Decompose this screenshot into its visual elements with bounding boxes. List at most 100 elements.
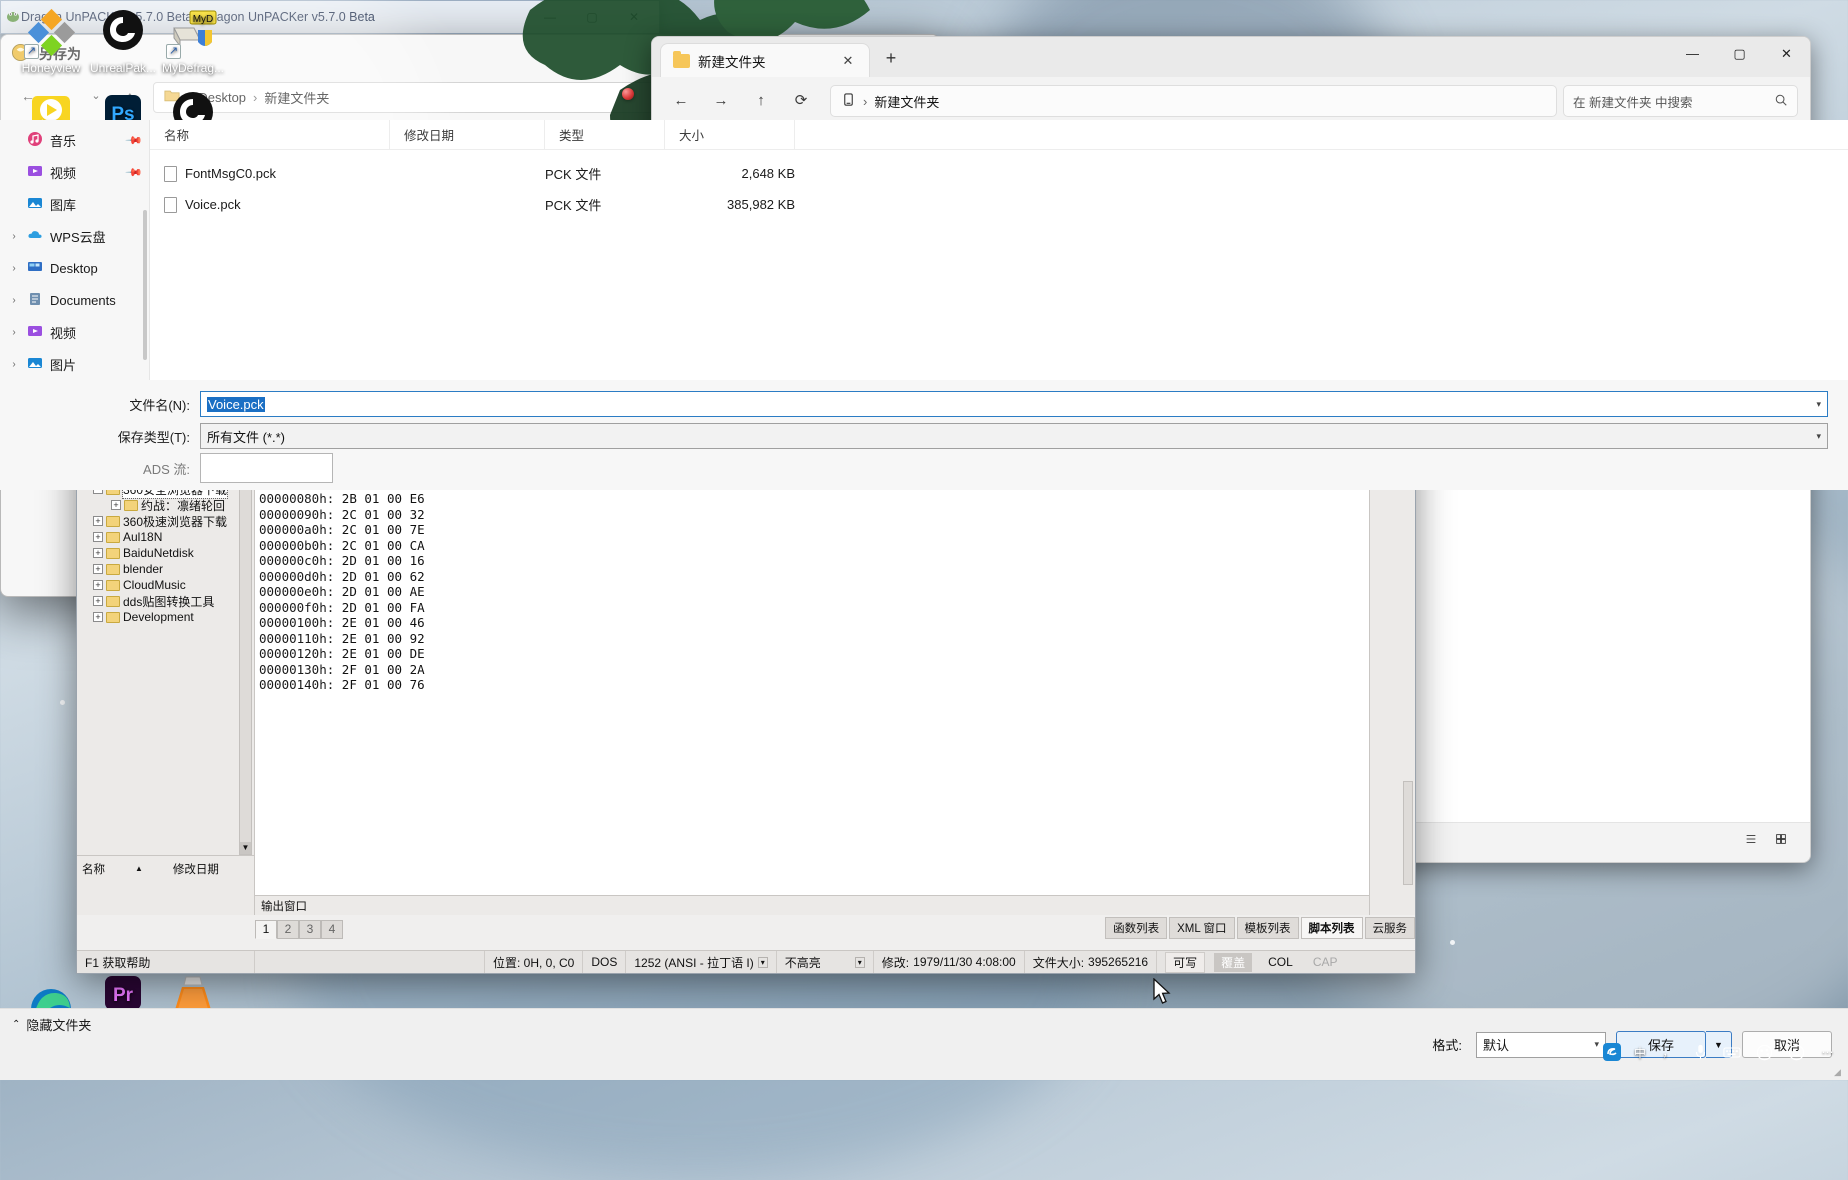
hex-byte[interactable]: 16 [410, 553, 425, 568]
status-highlight[interactable]: 不高亮 ▾ [777, 951, 874, 973]
hex-byte[interactable]: 00 [387, 677, 402, 692]
up-icon[interactable]: ↑ [744, 85, 778, 117]
status-writable-button[interactable]: 可写 [1165, 951, 1206, 973]
hex-byte[interactable]: 01 [364, 646, 379, 661]
sidebar-item-music[interactable]: 音乐 📌 [0, 124, 149, 156]
status-overwrite-button[interactable]: 覆盖 [1214, 952, 1253, 972]
ime-language-indicator[interactable]: 中 [1634, 1044, 1646, 1061]
hex-byte[interactable]: 92 [410, 631, 425, 646]
hex-byte[interactable]: 2D [342, 600, 357, 615]
hex-byte[interactable]: 00 [387, 584, 402, 599]
hex-row[interactable]: 000000c0h: 2D 01 00 16 [255, 553, 1415, 569]
pin-icon[interactable]: 📌 [125, 163, 144, 181]
chevron-right-icon[interactable]: › [8, 359, 20, 370]
hex-byte[interactable]: 00 [387, 662, 402, 677]
address-bar[interactable]: › 新建文件夹 [830, 85, 1557, 117]
bottom-tab-function-list[interactable]: 函数列表 [1105, 917, 1168, 939]
hex-byte[interactable]: 01 [364, 538, 379, 553]
bottom-tab-xml-window[interactable]: XML 窗口 [1169, 917, 1235, 939]
filename-input[interactable]: Voice.pck ▾ [200, 391, 1828, 417]
hex-byte[interactable]: 00 [387, 507, 402, 522]
hex-byte[interactable]: 2C [342, 522, 357, 537]
palette-icon[interactable] [1754, 1042, 1774, 1062]
expander-icon[interactable]: + [93, 532, 103, 542]
status-encoding[interactable]: 1252 (ANSI - 拉丁语 I) ▾ [626, 951, 777, 973]
tree-node[interactable]: + BaiduNetdisk [81, 545, 254, 561]
hex-byte[interactable]: 01 [364, 491, 379, 506]
hex-row[interactable]: 00000090h: 2C 01 00 32 [255, 507, 1415, 523]
page-tab-1[interactable]: 1 [255, 920, 277, 939]
table-row[interactable]: Voice.pck PCK 文件 385,982 KB [150, 189, 1848, 220]
hex-byte[interactable]: 2E [342, 646, 357, 661]
bottom-tab-cloud-service[interactable]: 云服务 [1364, 917, 1415, 939]
hex-byte[interactable]: 2C [342, 538, 357, 553]
ime-punct-icon[interactable]: ， [1658, 1042, 1678, 1062]
save-as-file-list[interactable]: 名称 修改日期 类型 大小 FontMsgC0.pck PCK 文件 2,648… [150, 120, 1848, 380]
hex-byte[interactable]: 00 [387, 538, 402, 553]
page-tab-3[interactable]: 3 [299, 920, 321, 939]
hex-byte[interactable]: 00 [387, 491, 402, 506]
save-as-sidebar[interactable]: 音乐 📌 视频 📌 图库 › WPS云盘 › Desktop › Documen… [0, 120, 150, 380]
expander-icon[interactable]: + [93, 580, 103, 590]
hex-byte[interactable]: 76 [410, 677, 425, 692]
hex-byte[interactable]: 01 [364, 569, 379, 584]
hex-byte[interactable]: 2D [342, 569, 357, 584]
column-header-size[interactable]: 大小 [665, 120, 795, 149]
hex-byte[interactable]: 2F [342, 662, 357, 677]
hex-byte[interactable]: 2E [342, 615, 357, 630]
hex-byte[interactable]: 2D [342, 553, 357, 568]
pin-icon[interactable]: 📌 [125, 131, 144, 149]
smiley-icon[interactable] [1786, 1042, 1806, 1062]
hex-byte[interactable]: 46 [410, 615, 425, 630]
hex-byte[interactable]: 2E [342, 631, 357, 646]
table-row[interactable]: FontMsgC0.pck PCK 文件 2,648 KB [150, 158, 1848, 189]
sidebar-item-documents[interactable]: › Documents [0, 284, 149, 316]
column-header-modified[interactable]: 修改日期 [390, 120, 545, 149]
hex-row[interactable]: 000000a0h: 2C 01 00 7E [255, 522, 1415, 538]
forward-icon[interactable]: → [704, 85, 738, 117]
list-view-icon[interactable] [1738, 832, 1764, 854]
savetype-select[interactable]: 所有文件 (*.*) ▾ [200, 423, 1828, 449]
desktop-icon-mydefrag[interactable]: MyD ↗ MyDefrag... [150, 8, 236, 75]
hex-byte[interactable]: 01 [364, 522, 379, 537]
hex-byte[interactable]: 00 [387, 569, 402, 584]
expander-icon[interactable]: + [93, 516, 103, 526]
scroll-down-arrow[interactable]: ▼ [240, 842, 251, 854]
explorer-search-box[interactable]: 在 新建文件夹 中搜索 [1563, 85, 1798, 117]
hex-byte[interactable]: 2C [342, 507, 357, 522]
tree-node[interactable]: + dds贴图转换工具 [81, 593, 254, 609]
hex-byte[interactable]: 00 [387, 615, 402, 630]
hex-byte[interactable]: DE [410, 646, 425, 661]
hex-byte[interactable]: AE [410, 584, 425, 599]
refresh-icon[interactable]: ⟳ [784, 85, 818, 117]
maximize-button[interactable]: ▢ [1716, 37, 1763, 71]
output-window-panel[interactable]: 输出窗口 [255, 895, 1415, 915]
tree-node[interactable]: +360极速浏览器下载 [81, 513, 254, 529]
hex-row[interactable]: 00000100h: 2E 01 00 46 [255, 615, 1415, 631]
hex-byte[interactable]: 2A [410, 662, 425, 677]
hex-row[interactable]: 000000d0h: 2D 01 00 62 [255, 569, 1415, 585]
hex-byte[interactable]: 01 [364, 553, 379, 568]
tree-node[interactable]: + Aul18N [81, 529, 254, 545]
close-icon[interactable]: ✕ [837, 50, 859, 72]
hex-byte[interactable]: FA [410, 600, 425, 615]
sidebar-item-videos[interactable]: › 视频 [0, 316, 149, 348]
hex-row[interactable]: 000000e0h: 2D 01 00 AE [255, 584, 1415, 600]
chevron-right-icon[interactable]: › [8, 327, 20, 338]
chevron-right-icon[interactable]: › [8, 295, 20, 306]
tree-node[interactable]: + Development [81, 609, 254, 625]
hex-byte[interactable]: 01 [364, 615, 379, 630]
hex-byte[interactable]: 01 [364, 662, 379, 677]
sidebar-item-gallery[interactable]: 图库 [0, 188, 149, 220]
hex-byte[interactable]: 00 [387, 522, 402, 537]
expander-icon[interactable]: + [111, 500, 121, 510]
hex-row[interactable]: 000000b0h: 2C 01 00 CA [255, 538, 1415, 554]
tree-node[interactable]: + CloudMusic [81, 577, 254, 593]
hex-byte[interactable]: 32 [410, 507, 425, 522]
hex-row[interactable]: 00000120h: 2E 01 00 DE [255, 646, 1415, 662]
ads-input[interactable] [200, 453, 333, 483]
hex-byte[interactable]: 01 [364, 584, 379, 599]
back-icon[interactable]: ← [664, 85, 698, 117]
expander-icon[interactable]: + [93, 564, 103, 574]
close-button[interactable]: ✕ [1763, 37, 1810, 71]
